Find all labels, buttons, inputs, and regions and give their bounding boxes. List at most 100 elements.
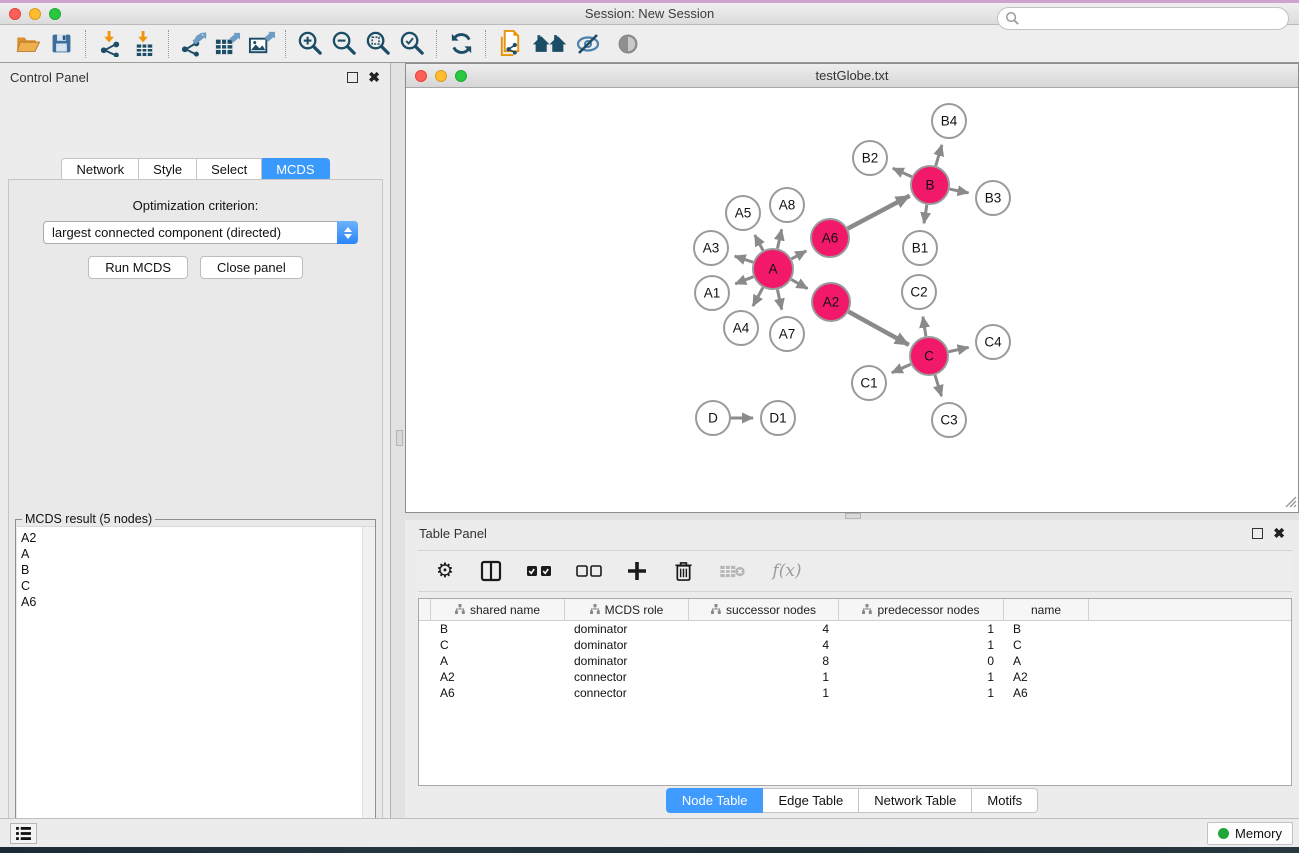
table-row[interactable]: Adominator80A <box>419 653 1291 669</box>
memory-button[interactable]: Memory <box>1207 822 1293 845</box>
edge-A2-C[interactable] <box>849 312 909 345</box>
open-file-icon[interactable] <box>10 28 44 60</box>
edge-C-C4[interactable] <box>949 347 969 351</box>
cell-successor-nodes[interactable]: 4 <box>689 621 839 637</box>
edge-A6-B[interactable] <box>848 196 910 229</box>
cell-name[interactable]: C <box>1004 637 1089 653</box>
hide-selected-icon[interactable] <box>571 28 605 60</box>
column-view-icon[interactable] <box>478 558 504 584</box>
edge-A-A4[interactable] <box>753 287 763 306</box>
edge-B-B1[interactable] <box>924 205 927 224</box>
tab-style[interactable]: Style <box>139 158 197 181</box>
cell-successor-nodes[interactable]: 4 <box>689 637 839 653</box>
table-row[interactable]: A6connector11A6 <box>419 685 1291 701</box>
column-header-successor-nodes[interactable]: successor nodes <box>689 599 839 620</box>
edge-A-A1[interactable] <box>735 277 753 284</box>
cell-MCDS-role[interactable]: connector <box>565 669 689 685</box>
cell-name[interactable]: A2 <box>1004 669 1089 685</box>
cell-predecessor-nodes[interactable]: 1 <box>839 621 1004 637</box>
deselect-all-icon[interactable] <box>574 558 604 584</box>
cell-shared-name[interactable]: A6 <box>431 685 565 701</box>
edge-A-A3[interactable] <box>735 256 753 262</box>
import-table-icon[interactable] <box>127 28 161 60</box>
tab-network[interactable]: Network <box>61 158 139 181</box>
column-header-name[interactable]: name <box>1004 599 1089 620</box>
list-scrollbar[interactable] <box>362 527 375 853</box>
column-header-shared-name[interactable]: shared name <box>431 599 565 620</box>
cell-MCDS-role[interactable]: dominator <box>565 621 689 637</box>
table-row[interactable]: Bdominator41B <box>419 621 1291 637</box>
export-network-icon[interactable] <box>176 28 210 60</box>
cell-successor-nodes[interactable]: 1 <box>689 669 839 685</box>
close-table-panel-icon[interactable]: ✖ <box>1273 528 1285 539</box>
run-mcds-button[interactable]: Run MCDS <box>88 256 188 279</box>
edge-C-C1[interactable] <box>892 364 911 373</box>
edge-C-C2[interactable] <box>923 317 926 337</box>
cell-shared-name[interactable]: A2 <box>431 669 565 685</box>
window-resize-grip[interactable] <box>1283 494 1297 511</box>
close-panel-icon[interactable]: ✖ <box>368 72 380 83</box>
edge-C-C3[interactable] <box>935 375 942 396</box>
zoom-selected-icon[interactable] <box>395 28 429 60</box>
cell-predecessor-nodes[interactable]: 0 <box>839 653 1004 669</box>
export-image-icon[interactable] <box>244 28 278 60</box>
horizontal-splitter-grip[interactable] <box>845 513 861 519</box>
table-row[interactable]: A2connector11A2 <box>419 669 1291 685</box>
cell-successor-nodes[interactable]: 8 <box>689 653 839 669</box>
network-canvas[interactable]: B4B2BB3A8A5A6A3B1AC2A1A2A4A7C4CC1DD1C3 <box>407 88 1297 512</box>
save-session-icon[interactable] <box>44 28 78 60</box>
zoom-fit-icon[interactable] <box>361 28 395 60</box>
cell-MCDS-role[interactable]: dominator <box>565 653 689 669</box>
cell-shared-name[interactable]: B <box>431 621 565 637</box>
tab-node-table[interactable]: Node Table <box>666 788 764 813</box>
float-table-panel-icon[interactable] <box>1252 528 1263 539</box>
result-list-item[interactable]: A <box>21 546 375 562</box>
cell-successor-nodes[interactable]: 1 <box>689 685 839 701</box>
edge-B-B3[interactable] <box>950 189 969 193</box>
cell-shared-name[interactable]: C <box>431 637 565 653</box>
edge-B-B2[interactable] <box>893 168 912 177</box>
delete-table-icon[interactable] <box>716 558 748 584</box>
edge-A-A2[interactable] <box>791 279 807 288</box>
float-panel-icon[interactable] <box>347 72 358 83</box>
criterion-dropdown[interactable]: largest connected component (directed) <box>43 221 358 244</box>
tab-motifs[interactable]: Motifs <box>972 788 1038 813</box>
edge-B-B4[interactable] <box>936 145 942 166</box>
task-history-icon[interactable] <box>10 823 37 844</box>
cell-name[interactable]: A <box>1004 653 1089 669</box>
edge-A-A6[interactable] <box>791 251 806 259</box>
cell-predecessor-nodes[interactable]: 1 <box>839 685 1004 701</box>
show-graphics-icon[interactable] <box>611 28 645 60</box>
result-list-item[interactable]: B <box>21 562 375 578</box>
edge-A-A7[interactable] <box>777 290 781 310</box>
cell-name[interactable]: B <box>1004 621 1089 637</box>
import-network-icon[interactable] <box>93 28 127 60</box>
vertical-splitter-grip[interactable] <box>396 430 403 446</box>
function-builder-icon[interactable]: f(x) <box>768 558 806 584</box>
result-list-item[interactable]: C <box>21 578 375 594</box>
cell-predecessor-nodes[interactable]: 1 <box>839 669 1004 685</box>
result-list-item[interactable]: A6 <box>21 594 375 610</box>
add-column-icon[interactable] <box>624 558 650 584</box>
tab-network-table[interactable]: Network Table <box>859 788 972 813</box>
home-neighbors-icon[interactable] <box>527 28 571 60</box>
edge-A-A8[interactable] <box>777 229 781 248</box>
zoom-out-icon[interactable] <box>327 28 361 60</box>
cell-MCDS-role[interactable]: dominator <box>565 637 689 653</box>
tab-select[interactable]: Select <box>197 158 262 181</box>
table-row[interactable]: Cdominator41C <box>419 637 1291 653</box>
column-header-MCDS-role[interactable]: MCDS role <box>565 599 689 620</box>
cell-shared-name[interactable]: A <box>431 653 565 669</box>
network-window-titlebar[interactable]: testGlobe.txt <box>406 64 1298 88</box>
search-input[interactable] <box>997 7 1289 30</box>
select-all-icon[interactable] <box>524 558 554 584</box>
clone-network-icon[interactable] <box>493 28 527 60</box>
delete-column-icon[interactable] <box>670 558 696 584</box>
export-table-icon[interactable] <box>210 28 244 60</box>
edge-A-A5[interactable] <box>755 235 763 250</box>
close-panel-button[interactable]: Close panel <box>200 256 303 279</box>
tab-mcds[interactable]: MCDS <box>262 158 329 181</box>
column-header-predecessor-nodes[interactable]: predecessor nodes <box>839 599 1004 620</box>
gear-icon[interactable]: ⚙ <box>432 558 458 584</box>
cell-predecessor-nodes[interactable]: 1 <box>839 637 1004 653</box>
